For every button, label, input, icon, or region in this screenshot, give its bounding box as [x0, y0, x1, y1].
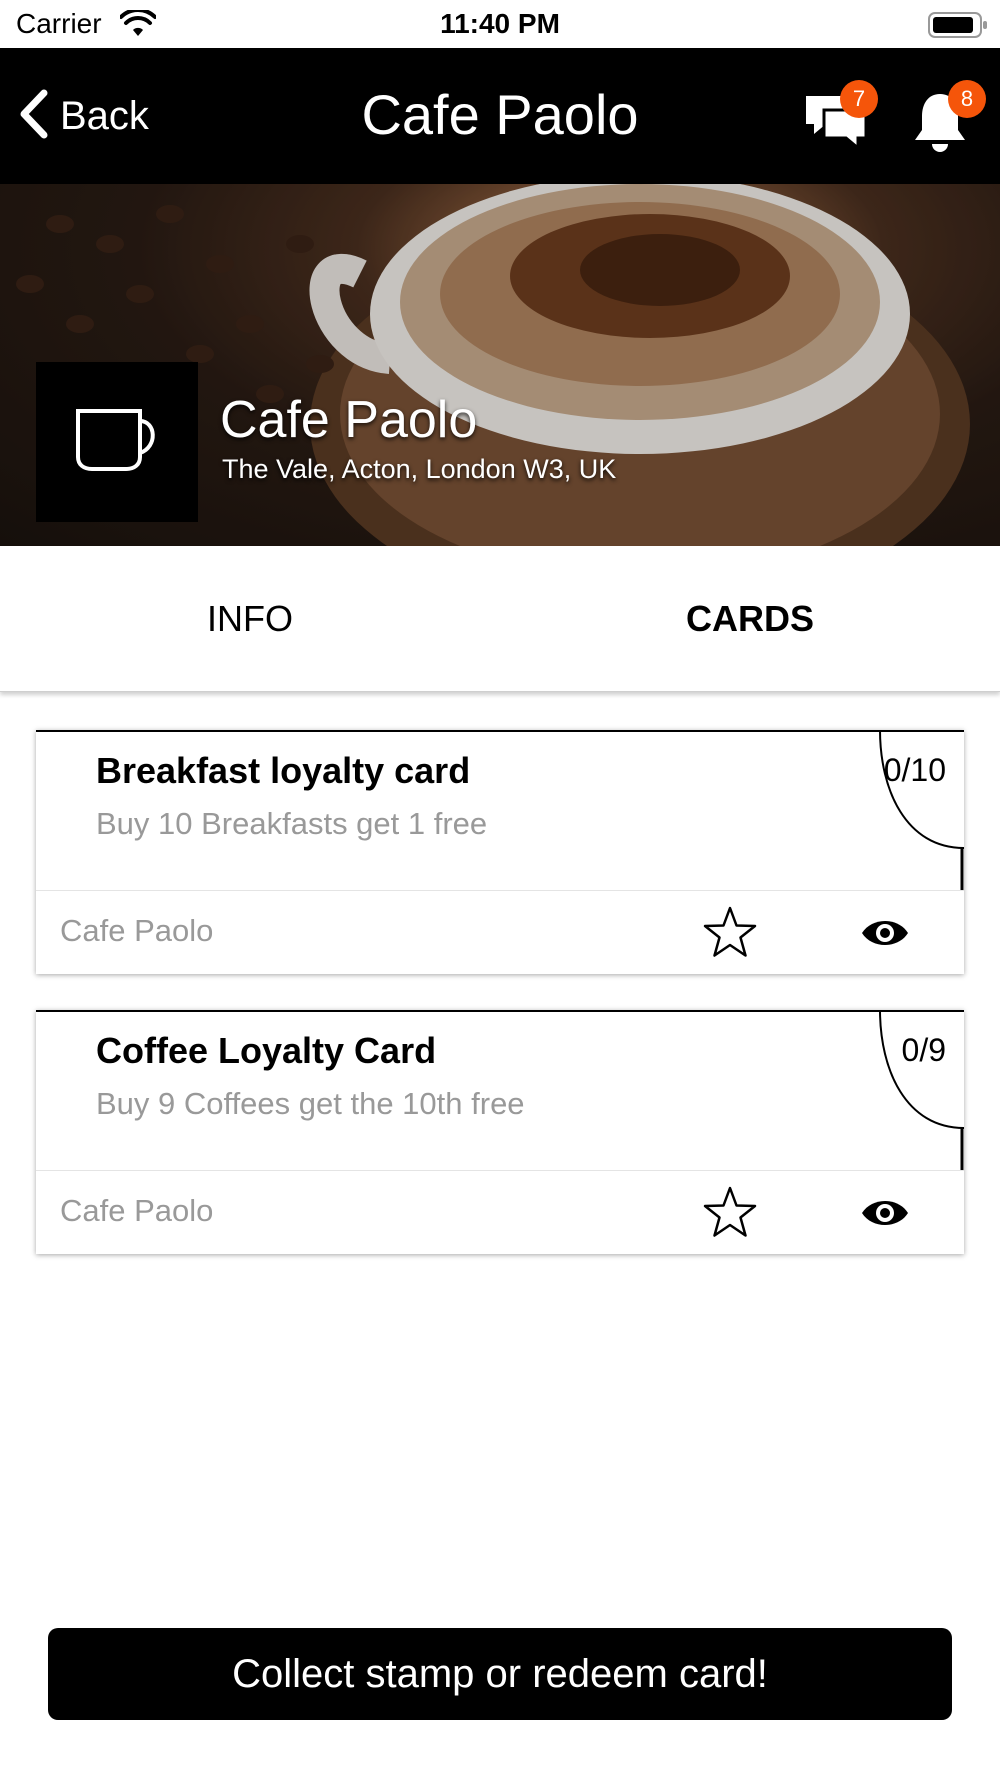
favorite-button[interactable]: [702, 1185, 758, 1241]
shop-logo: [36, 362, 198, 522]
card-shop-name: Cafe Paolo: [60, 913, 214, 948]
card-footer: Cafe Paolo: [36, 1170, 964, 1254]
card-description: Buy 10 Breakfasts get 1 free: [96, 806, 488, 841]
eye-icon: [860, 1201, 910, 1239]
card-title: Breakfast loyalty card: [96, 750, 471, 791]
status-time: 11:40 PM: [440, 8, 560, 39]
shop-address: The Vale, Acton, London W3, UK: [222, 454, 617, 484]
navigation-bar: Back Cafe Paolo 7 8: [0, 48, 1000, 184]
notifications-badge: 8: [948, 80, 986, 118]
card-shop-name: Cafe Paolo: [60, 1193, 214, 1228]
stamp-progress: 0/9: [901, 1032, 946, 1068]
shop-name: Cafe Paolo: [220, 391, 478, 449]
card-footer: Cafe Paolo: [36, 890, 964, 974]
favorite-button[interactable]: [702, 905, 758, 961]
messages-button[interactable]: 7: [804, 80, 878, 152]
status-bar: Carrier 11:40 PM: [0, 0, 1000, 48]
view-card-button[interactable]: [860, 911, 910, 955]
card-title: Coffee Loyalty Card: [96, 1030, 437, 1071]
card-description: Buy 9 Coffees get the 10th free: [96, 1086, 525, 1121]
tab-info[interactable]: INFO: [0, 546, 500, 692]
view-card-button[interactable]: [860, 1191, 910, 1235]
hero-banner: Cafe Paolo The Vale, Acton, London W3, U…: [0, 184, 1000, 546]
messages-badge: 7: [840, 80, 878, 118]
collect-stamp-button[interactable]: Collect stamp or redeem card!: [48, 1628, 952, 1720]
tab-bar: INFO CARDS: [0, 546, 1000, 692]
loyalty-card[interactable]: Coffee Loyalty Card Buy 9 Coffees get th…: [36, 1010, 964, 1254]
notifications-button[interactable]: 8: [912, 80, 986, 152]
star-icon: [702, 906, 758, 965]
card-header: Breakfast loyalty card Buy 10 Breakfasts…: [36, 730, 964, 894]
tab-cards[interactable]: CARDS: [500, 546, 1000, 692]
stamp-progress: 0/10: [883, 752, 946, 788]
bell-icon: [912, 94, 968, 156]
battery-icon: [928, 12, 988, 43]
chat-bubbles-icon: [804, 96, 870, 154]
loyalty-card[interactable]: Breakfast loyalty card Buy 10 Breakfasts…: [36, 730, 964, 974]
eye-icon: [860, 921, 910, 959]
star-icon: [702, 1186, 758, 1245]
cup-icon: [74, 407, 160, 478]
card-header: Coffee Loyalty Card Buy 9 Coffees get th…: [36, 1010, 964, 1174]
